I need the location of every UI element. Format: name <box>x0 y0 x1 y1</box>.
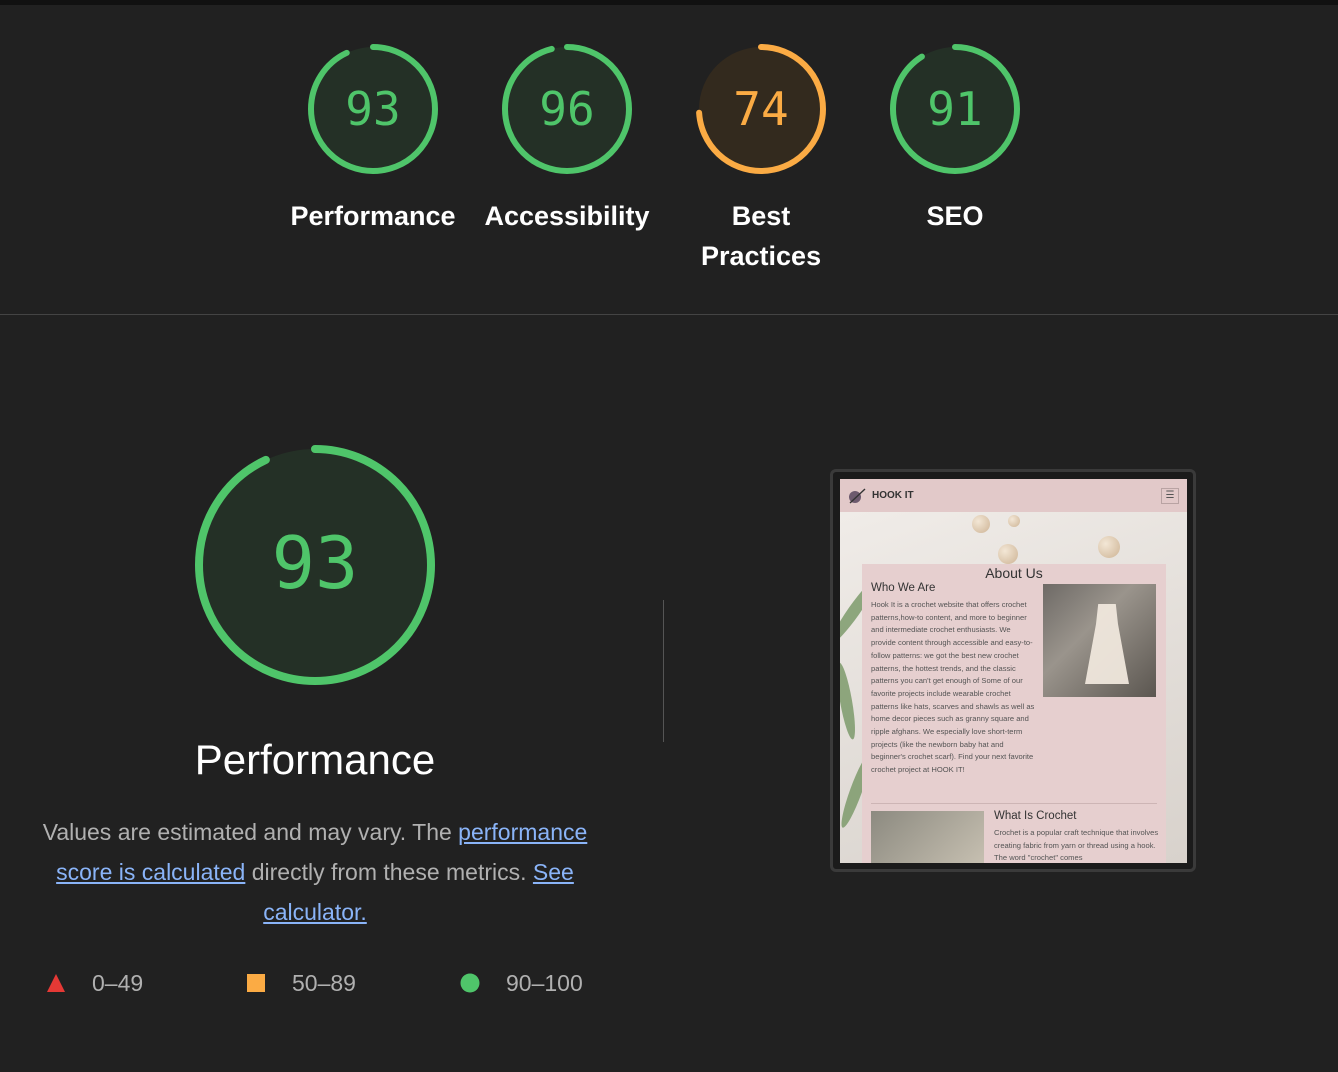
gauge-seo[interactable]: 91 SEO <box>870 44 1040 236</box>
crochet-dress-photo <box>1043 584 1156 697</box>
what-text: Crochet is a popular craft technique tha… <box>994 828 1159 863</box>
score-ring: 91 <box>890 44 1020 174</box>
hamburger-icon: ☰ <box>1161 487 1179 504</box>
about-title: About Us <box>985 565 1043 581</box>
about-card: About Us Who We Are Hook It is a crochet… <box>862 564 1166 863</box>
bead-decoration <box>972 515 990 533</box>
bead-decoration <box>1098 536 1120 558</box>
square-icon <box>247 974 265 992</box>
legend-label: 90–100 <box>506 969 583 996</box>
score-gauges: 93 Performance 96 Accessibility 74 Best … <box>0 0 1338 314</box>
score-value: 93 <box>272 521 359 605</box>
dress-shape <box>1085 604 1129 684</box>
score-label: Accessibility <box>484 201 650 231</box>
card-separator <box>871 803 1157 804</box>
description-text: directly from these metrics. <box>245 859 533 885</box>
legend-fail: 0–49 <box>46 965 143 1001</box>
crochet-photo <box>871 811 984 863</box>
score-ring: 74 <box>696 44 826 174</box>
bead-decoration <box>998 544 1018 564</box>
hero-background: About Us Who We Are Hook It is a crochet… <box>840 512 1187 863</box>
score-ring: 93 <box>195 445 435 685</box>
score-value: 91 <box>927 82 982 136</box>
score-value: 74 <box>733 82 788 136</box>
triangle-icon <box>47 974 65 992</box>
category-description: Values are estimated and may vary. The p… <box>20 812 610 932</box>
category-title: Performance <box>194 736 436 783</box>
what-title: What Is Crochet <box>994 810 1077 822</box>
score-label: Best Practices <box>701 201 822 271</box>
score-label: Performance <box>290 201 456 231</box>
score-value: 96 <box>539 82 594 136</box>
gauge-performance[interactable]: 93 Performance <box>288 44 458 236</box>
circle-icon <box>460 973 480 993</box>
description-text: Values are estimated and may vary. The <box>42 819 459 845</box>
site-header: HOOK IT ☰ <box>840 479 1187 512</box>
final-screenshot: HOOK IT ☰ About Us Who We Are Hook It is… <box>840 479 1187 863</box>
legend-pass: 90–100 <box>460 965 583 1001</box>
performance-gauge-large: 93 <box>190 440 440 695</box>
leaf-decoration <box>840 661 859 741</box>
legend-label: 50–89 <box>292 969 356 996</box>
gauge-accessibility[interactable]: 96 Accessibility <box>482 44 652 236</box>
who-text: Hook It is a crochet website that offers… <box>871 600 1035 775</box>
score-value: 93 <box>345 82 400 136</box>
yarn-logo-icon <box>849 487 866 504</box>
legend-label: 0–49 <box>92 969 144 996</box>
score-ring: 96 <box>502 44 632 174</box>
score-label: SEO <box>926 201 984 231</box>
legend-average: 50–89 <box>246 965 356 1001</box>
site-brand: HOOK IT <box>872 490 914 501</box>
vertical-divider <box>663 600 664 742</box>
gauge-best-practices[interactable]: 74 Best Practices <box>676 44 846 276</box>
who-title: Who We Are <box>871 582 936 594</box>
bead-decoration <box>1008 515 1020 527</box>
section-divider <box>0 314 1338 315</box>
score-ring: 93 <box>308 44 438 174</box>
